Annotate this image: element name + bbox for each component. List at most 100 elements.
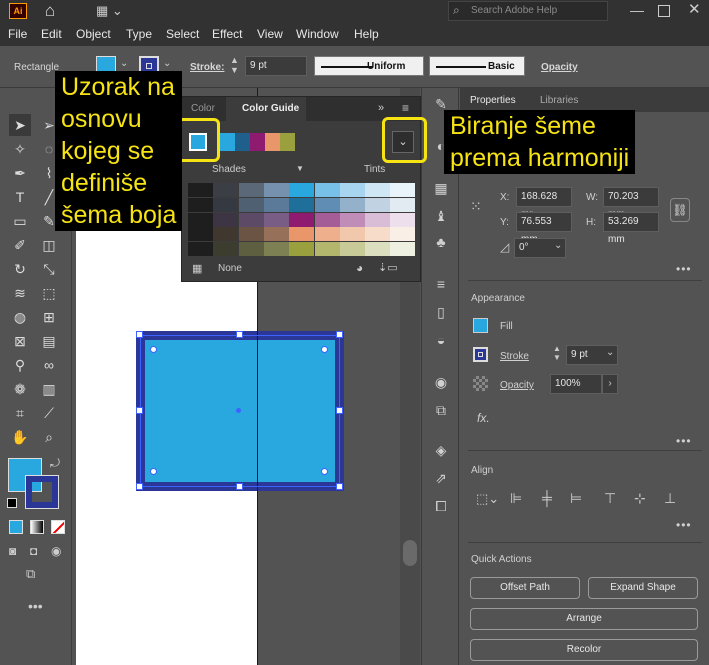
color-variation-cell[interactable] [314,227,340,242]
draw-inside-icon[interactable]: ◉ [51,544,65,558]
rotation-dropdown-icon[interactable]: ⌄ [554,240,562,251]
arrange-button[interactable]: Arrange [470,608,698,630]
color-variation-cell[interactable] [263,183,289,197]
transparency-icon[interactable]: ◒ [431,330,451,350]
color-variation-cell[interactable] [339,242,365,257]
opacity-label[interactable]: Opacity [541,62,578,73]
color-variation-cell[interactable] [339,212,365,227]
stroke-weight-dropdown-icon[interactable]: ⌄ [606,347,614,358]
draw-behind-icon[interactable]: ◘ [30,544,44,558]
color-variation-cell[interactable] [390,183,416,197]
none-mode-icon[interactable] [51,520,65,534]
gradient-panel-icon[interactable]: ▯ [431,302,451,322]
w-field[interactable]: 70.203 mm [603,187,659,220]
align-right-icon[interactable]: ⊨ [570,490,582,507]
color-variation-cell[interactable] [188,197,213,212]
corner-widget[interactable] [321,468,328,475]
limit-to-library-icon[interactable]: ▦ [192,262,202,275]
mesh-tool-icon[interactable]: ⊠ [9,330,31,352]
tab-color[interactable]: Color [191,103,215,114]
minimize-icon[interactable]: — [630,2,644,18]
align-more-icon[interactable]: ••• [676,518,692,532]
color-variation-cell[interactable] [365,212,391,227]
shape-builder-tool-icon[interactable]: ◍ [9,306,31,328]
color-variation-cell[interactable] [314,212,340,227]
column-graph-tool-icon[interactable]: ▥ [38,378,60,400]
tab-color-guide[interactable]: Color Guide [242,103,299,114]
h-field[interactable]: 53.269 mm [603,212,659,245]
harmony-swatch[interactable] [220,133,235,151]
brush-dropdown[interactable]: Basic [429,56,525,76]
color-variation-cell[interactable] [289,197,315,212]
menu-view[interactable]: View [257,27,283,41]
corner-widget[interactable] [150,468,157,475]
layers-icon[interactable]: ◈ [431,440,451,460]
handle-bl[interactable] [136,483,143,490]
search-field[interactable]: ⌕ Search Adobe Help [448,1,608,21]
tab-libraries[interactable]: Libraries [540,95,578,106]
handle-tm[interactable] [236,331,243,338]
free-transform-tool-icon[interactable]: ⬚ [38,282,60,304]
default-colors-icon[interactable] [7,498,17,508]
appearance-opacity-label[interactable]: Opacity [500,380,534,391]
align-top-icon[interactable]: ⊤ [604,490,616,507]
color-variation-cell[interactable] [213,183,239,197]
menu-help[interactable]: Help [354,27,379,41]
more-tools-icon[interactable]: ••• [28,598,43,614]
color-variation-cell[interactable] [314,183,340,197]
color-variation-cell[interactable] [289,242,315,257]
slice-tool-icon[interactable]: ⟋ [38,402,60,424]
scale-tool-icon[interactable]: ⤡ [38,258,60,280]
stroke-weight-stepper-icon[interactable]: ▲ ▼ [553,344,561,362]
zoom-tool-icon[interactable]: ⌕ [38,426,60,448]
scrollbar-thumb[interactable] [403,540,417,566]
pen-tool-icon[interactable]: ✒ [9,162,31,184]
corner-widget[interactable] [321,346,328,353]
color-variation-cell[interactable] [263,242,289,257]
profile-dropdown[interactable]: Uniform [314,56,424,76]
stroke-label[interactable]: Stroke [500,351,529,362]
constrain-proportions-icon[interactable]: ⛓ [670,198,690,222]
home-icon[interactable]: ⌂ [40,1,60,21]
color-variation-cell[interactable] [365,242,391,257]
gradient-tool-icon[interactable]: ▤ [38,330,60,352]
warp-tool-icon[interactable]: ≋ [9,282,31,304]
color-variation-cell[interactable] [213,197,239,212]
eraser-tool-icon[interactable]: ◫ [38,234,60,256]
harmony-swatch[interactable] [280,133,295,151]
swap-colors-icon[interactable]: ⤾ [50,456,60,471]
menu-effect[interactable]: Effect [212,27,242,41]
fx-label[interactable]: fx. [477,411,490,425]
align-hcenter-icon[interactable]: ╪ [542,490,552,506]
shaper-tool-icon[interactable]: ✐ [9,234,31,256]
align-bottom-icon[interactable]: ⊥ [664,490,676,507]
workspace-icon[interactable]: ▦ ⌄ [96,1,128,21]
fill-dropdown-icon[interactable]: ⌄ [120,58,128,69]
x-field[interactable]: 168.628 mr [516,187,572,220]
handle-ml[interactable] [136,407,143,414]
eyedropper-tool-icon[interactable]: ⚲ [9,354,31,376]
color-variation-cell[interactable] [339,197,365,212]
color-variation-cell[interactable] [365,227,391,242]
menu-select[interactable]: Select [166,27,199,41]
menu-type[interactable]: Type [126,27,152,41]
stroke-weight-field[interactable]: 9 pt [245,56,307,76]
appearance-more-icon[interactable]: ••• [676,434,692,448]
tab-properties[interactable]: Properties [470,95,516,106]
maximize-icon[interactable] [658,5,670,17]
color-variation-cell[interactable] [238,242,264,257]
harmony-swatch[interactable] [265,133,280,151]
color-variation-cell[interactable] [390,242,416,257]
close-icon[interactable]: ✕ [688,0,701,18]
color-variation-cell[interactable] [263,227,289,242]
color-variation-cell[interactable] [390,197,416,212]
color-variation-cell[interactable] [188,227,213,242]
stroke-panel-icon[interactable]: ≡ [431,274,451,294]
menu-object[interactable]: Object [76,27,111,41]
rectangle-tool-icon[interactable]: ▭ [9,210,31,232]
align-left-icon[interactable]: ⊫ [510,490,522,507]
color-variation-cell[interactable] [238,212,264,227]
stroke-color-icon[interactable] [25,475,59,509]
harmony-swatch[interactable] [250,133,265,151]
artboard-tool-icon[interactable]: ⌗ [9,402,31,424]
